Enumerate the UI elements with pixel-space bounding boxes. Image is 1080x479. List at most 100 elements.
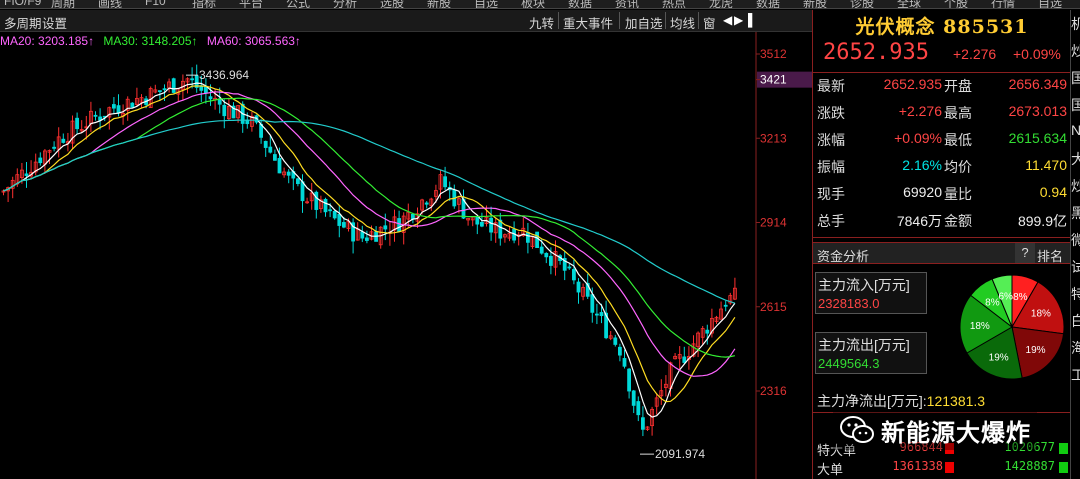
candle-body	[539, 246, 544, 254]
multi-period-button[interactable]: 多周期	[4, 13, 42, 32]
candle-body	[479, 222, 484, 227]
top-menu-item[interactable]: 新股	[427, 0, 451, 8]
candle-body	[323, 198, 328, 213]
fund-analysis-title[interactable]: 资金分析	[817, 246, 869, 265]
candle-body	[268, 146, 273, 153]
clipped-list-item[interactable]: 国	[1071, 68, 1080, 88]
clipped-list-item[interactable]: 工	[1071, 365, 1080, 385]
top-menu-item[interactable]: 个股	[944, 0, 968, 8]
quote-value: 2615.634	[1008, 130, 1067, 146]
pie-slice-label: 19%	[1026, 345, 1046, 356]
arrow-right-icon[interactable]: ▶	[734, 13, 743, 27]
candle-body	[397, 218, 402, 232]
candle-body	[544, 252, 549, 258]
top-menu-item[interactable]: 分析	[333, 0, 357, 8]
clipped-list-item[interactable]: 海	[1071, 338, 1080, 358]
clipped-list-item[interactable]: 试	[1071, 257, 1080, 277]
help-icon[interactable]: ?	[1015, 243, 1035, 263]
top-menu-item[interactable]: 选股	[380, 0, 404, 8]
quote-label: 总手	[817, 213, 845, 229]
pie-slice-label: 6%	[998, 291, 1013, 302]
candle-body	[286, 171, 291, 176]
nine-turn-button[interactable]: 九转	[529, 13, 554, 32]
candle-body	[705, 329, 710, 334]
pie-slice-label: 8%	[1013, 292, 1028, 303]
window-button[interactable]: 窗	[703, 13, 716, 32]
candle-body	[341, 222, 346, 228]
top-menu-item[interactable]: 周期	[51, 0, 75, 8]
quote-value: 11.470	[1025, 157, 1067, 173]
candle-body	[52, 146, 56, 149]
main-outflow-box: 主力流出[万元] 2449564.3	[815, 332, 927, 374]
quote-label: 涨跌	[817, 105, 845, 121]
top-menu-item[interactable]: 板块	[521, 0, 545, 8]
clipped-list-item[interactable]: 特	[1071, 284, 1080, 304]
candle-body	[572, 268, 576, 281]
price-axis-label: 3512	[760, 47, 787, 61]
candle-body	[383, 225, 388, 230]
candle-body	[641, 417, 645, 430]
divider	[813, 237, 1071, 238]
kline-chart[interactable]: 3512 3421 3213 2914 2615 2316 3436.964 2091.974	[0, 32, 812, 479]
top-menu-item[interactable]: 自选	[474, 0, 498, 8]
main-net-outflow: 主力净流出[万元]:121381.3	[817, 391, 985, 411]
quote-value: +2.276	[898, 103, 942, 119]
clipped-list-item[interactable]: 国	[1071, 95, 1080, 115]
candle-body	[622, 358, 627, 367]
main-inflow-label: 主力流入[万元]	[818, 277, 910, 293]
quote-label: 均价	[944, 159, 972, 175]
candle-body	[208, 96, 213, 100]
top-menu-item[interactable]: F10	[145, 0, 166, 8]
quote-label: 最低	[944, 132, 972, 148]
candle-body	[535, 231, 539, 249]
sell-bar	[1059, 443, 1068, 454]
top-menu-item[interactable]: 全球	[897, 0, 921, 8]
top-menu-item[interactable]: 热点	[662, 0, 686, 8]
top-menu-item[interactable]: 平台	[239, 0, 263, 8]
top-menu-item[interactable]: 诊股	[850, 0, 874, 8]
clipped-list-item[interactable]: N	[1071, 122, 1080, 138]
quote-value: 899.9亿	[1017, 213, 1067, 229]
top-menu-item[interactable]: 龙虎	[709, 0, 733, 8]
clipped-list-item[interactable]: 微	[1071, 230, 1080, 250]
order-size-row: 大单 1361338 1428887	[815, 459, 1071, 477]
rank-tab[interactable]: 排名	[1037, 246, 1063, 265]
clipped-list-item[interactable]: 大	[1071, 149, 1080, 169]
top-menu-item[interactable]: 数据	[756, 0, 780, 8]
ma-lines-button[interactable]: 均线	[670, 13, 695, 32]
add-watchlist-button[interactable]: 加自选	[625, 13, 663, 32]
candle-body	[162, 88, 167, 91]
pie-slice-label: 18%	[1031, 309, 1051, 320]
buy-amount: 1361338	[892, 459, 943, 473]
watermark-text: 新能源大爆炸	[881, 419, 1031, 447]
top-menu-item[interactable]: 自选	[1038, 0, 1062, 8]
major-events-button[interactable]: 重大事件	[563, 13, 613, 32]
top-menu-item[interactable]: 行情	[991, 0, 1015, 8]
panel-toggle-icon[interactable]: ▌	[748, 13, 757, 27]
top-menu-item[interactable]: 公式	[286, 0, 310, 8]
top-menu-item[interactable]: 资讯	[615, 0, 639, 8]
divider	[558, 12, 559, 29]
quote-row: 现手 69920 量比 0.94	[813, 184, 1071, 207]
candle-body	[576, 281, 581, 293]
candle-body	[190, 78, 195, 81]
top-menu-item[interactable]: 数据	[568, 0, 592, 8]
top-menu-item[interactable]: 指标	[192, 0, 216, 8]
settings-button[interactable]: 设置	[42, 13, 67, 32]
top-menu-item[interactable]: FIO/F9	[4, 0, 41, 8]
clipped-list-item[interactable]: 炒	[1071, 41, 1080, 61]
candle-body	[300, 181, 305, 202]
quote-label: 金额	[944, 213, 972, 229]
top-menu-item[interactable]: 画线	[98, 0, 122, 8]
arrow-left-icon[interactable]: ◀	[723, 13, 732, 27]
clipped-list-item[interactable]: 机	[1071, 14, 1080, 34]
quote-label: 最新	[817, 78, 845, 94]
candle-body	[171, 78, 176, 93]
buy-bar	[945, 462, 954, 473]
clipped-list-item[interactable]: 黑	[1071, 203, 1080, 223]
clipped-list-item[interactable]: 白	[1071, 311, 1080, 331]
top-menu-item[interactable]: 新股	[803, 0, 827, 8]
price-axis-label: 2615	[760, 300, 787, 314]
candle-body	[723, 304, 728, 307]
clipped-list-item[interactable]: 炒	[1071, 176, 1080, 196]
